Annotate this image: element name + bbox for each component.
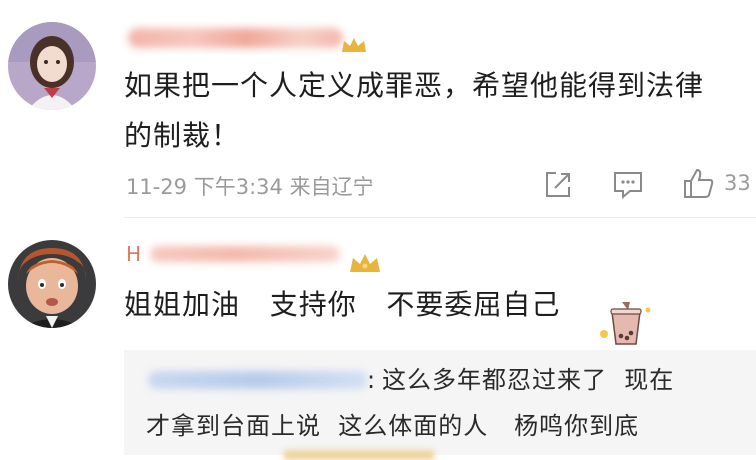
reply-text: 这么多年都忍过来了 现在 xyxy=(382,366,675,394)
comment-text: 的制裁！ xyxy=(124,119,241,152)
comment-text: 如果把一个人定义成罪恶，希望他能得到法律 xyxy=(124,69,705,102)
avatar[interactable] xyxy=(8,22,96,110)
reply-text: 才拿到台面上说 这么体面的人 杨鸣你到底 xyxy=(146,412,640,440)
comment-time: 下午3:34 xyxy=(193,175,283,199)
comment-location: 来自辽宁 xyxy=(289,175,374,199)
avatar[interactable] xyxy=(8,240,96,328)
comment-text: 姐姐加油 支持你 不要委屈自己 xyxy=(124,288,561,321)
crown-icon xyxy=(340,36,368,54)
username-blurred[interactable] xyxy=(128,28,343,48)
comment-icon[interactable] xyxy=(612,170,644,200)
thumbs-up-icon[interactable] xyxy=(682,166,716,200)
share-icon[interactable] xyxy=(543,170,573,200)
username-blurred[interactable] xyxy=(150,246,340,262)
like-count: 33 xyxy=(724,171,751,195)
comment-date: 11-29 xyxy=(126,175,188,199)
username-prefix[interactable]: H xyxy=(126,242,141,266)
reply-author-suffix: : xyxy=(367,366,377,394)
crown-icon xyxy=(348,252,382,274)
reply-box[interactable]: : 这么多年都忍过来了 现在 才拿到台面上说 这么体面的人 杨鸣你到底 xyxy=(124,350,756,460)
divider xyxy=(124,217,756,218)
reply-faded-row xyxy=(284,450,434,460)
username-blurred[interactable] xyxy=(148,371,368,389)
comment-meta: 11-29 下午3:34 来自辽宁 xyxy=(126,171,374,201)
bubble-tea-icon xyxy=(596,300,656,354)
